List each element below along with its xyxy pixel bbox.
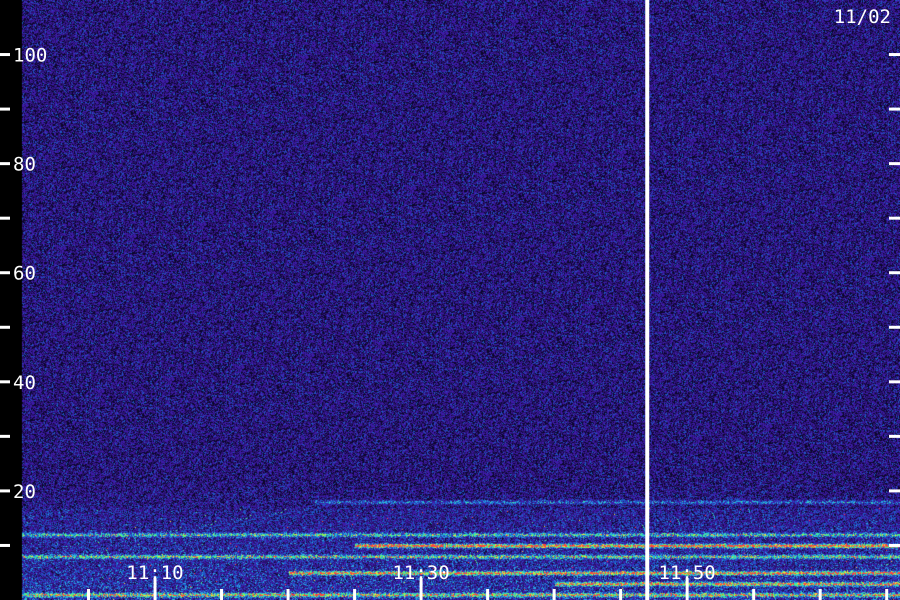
y-tick-label: 80: [13, 154, 36, 176]
y-tick-right: [889, 162, 900, 166]
x-tick: [87, 589, 91, 600]
y-tick-right: [889, 271, 900, 275]
y-tick-label: 20: [13, 481, 36, 503]
x-tick: [619, 589, 623, 600]
x-tick: [286, 589, 290, 600]
y-tick-left: [0, 216, 10, 220]
chart-overlay: 100 80 60 40 20 11:10 11:30 11:50 11/02: [0, 0, 900, 600]
x-tick: [752, 589, 756, 600]
y-tick-right: [889, 53, 900, 57]
x-tick: [818, 589, 822, 600]
y-tick-left: [0, 162, 10, 166]
y-tick-label: 100: [13, 45, 47, 67]
y-tick-left: [0, 489, 10, 493]
x-axis: 11:10 11:30 11:50: [87, 562, 889, 600]
x-tick-label: 11:50: [659, 562, 716, 584]
y-tick-left: [0, 380, 10, 384]
y-tick-right: [889, 325, 900, 329]
x-tick-label: 11:10: [126, 562, 183, 584]
y-tick-left: [0, 325, 10, 329]
y-tick-left: [0, 271, 10, 275]
y-tick-right: [889, 216, 900, 220]
y-tick-left: [0, 434, 10, 438]
y-tick-label: 60: [13, 263, 36, 285]
y-tick-right: [889, 543, 900, 547]
y-tick-right: [889, 107, 900, 111]
y-tick-right: [889, 489, 900, 493]
x-tick: [486, 589, 490, 600]
x-tick-label: 11:30: [392, 562, 449, 584]
y-tick-left: [0, 107, 10, 111]
y-tick-label: 40: [13, 372, 36, 394]
y-tick-left: [0, 543, 10, 547]
x-tick: [353, 589, 357, 600]
y-tick-right: [889, 380, 900, 384]
x-tick: [220, 589, 224, 600]
date-label: 11/02: [834, 6, 891, 28]
x-tick: [885, 589, 889, 600]
y-tick-right: [889, 434, 900, 438]
x-tick: [552, 589, 556, 600]
y-axis: 100 80 60 40 20: [0, 45, 900, 547]
y-tick-left: [0, 53, 10, 57]
spectrogram-chart: 100 80 60 40 20 11:10 11:30 11:50 11/02: [0, 0, 900, 600]
